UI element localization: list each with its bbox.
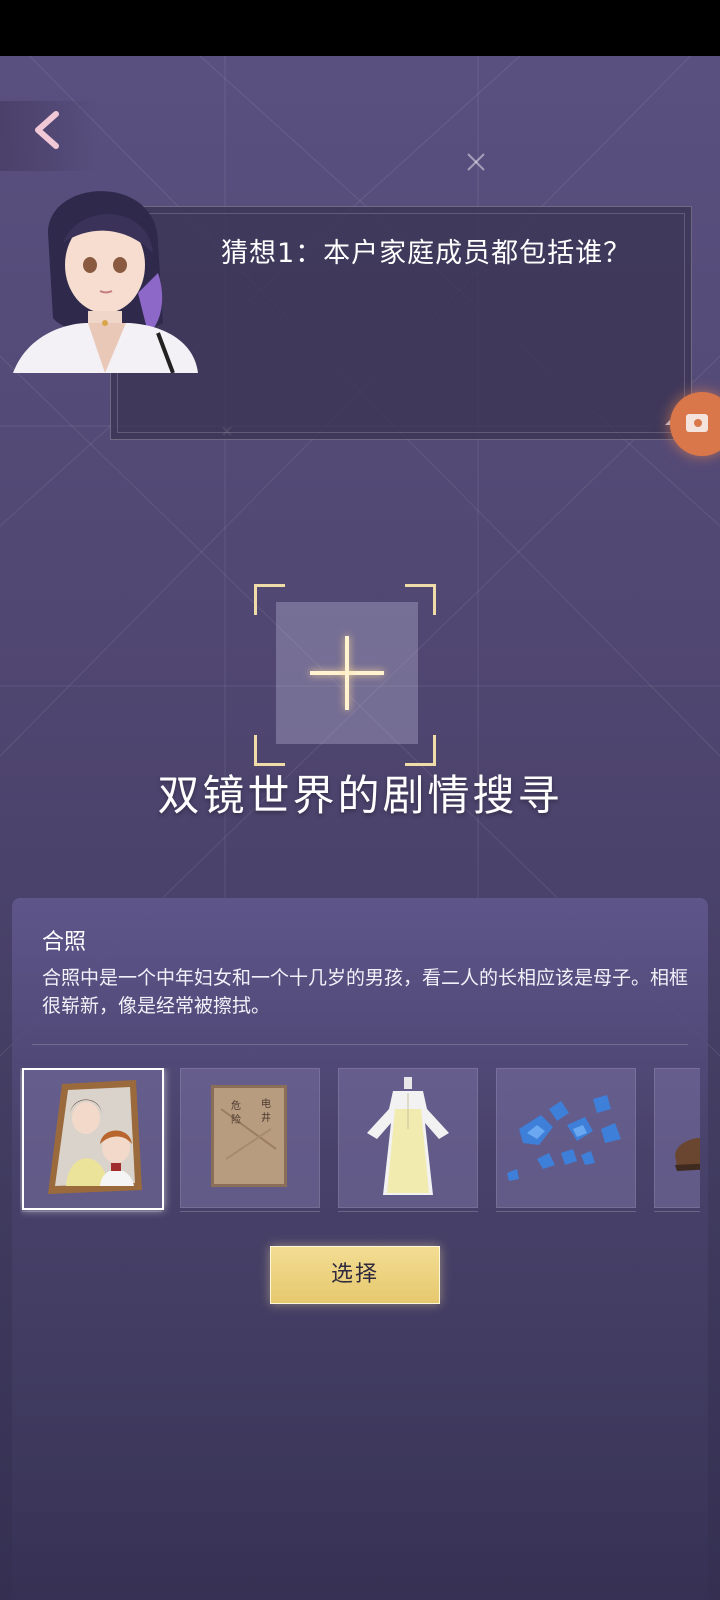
blue-fragments-icon — [507, 1095, 621, 1181]
select-button[interactable]: 选择 — [270, 1246, 440, 1304]
back-button[interactable] — [26, 108, 70, 152]
shoe-icon — [675, 1137, 700, 1171]
chevron-left-icon — [35, 111, 59, 149]
dialog-text: 猜想1：本户家庭成员都包括谁？ — [221, 238, 632, 269]
search-title: 双镜世界的剧情搜寻 — [157, 771, 563, 820]
game-screen: 猜想1：本户家庭成员都包括谁？ 双镜世界的剧情搜寻 合照 合照中是一个中年妇女和… — [0, 56, 720, 1600]
frame-corner-top-left — [254, 584, 285, 615]
book-text-1: 危 — [231, 1100, 241, 1112]
item-slot-fragments[interactable] — [496, 1068, 636, 1208]
book-text-3: 电 — [261, 1097, 271, 1110]
video-camera-lens — [694, 419, 702, 427]
slot-underline — [338, 1211, 478, 1212]
frame-corner-top-right — [405, 584, 436, 615]
item-slots: 危 险 电 井 — [20, 1068, 700, 1220]
select-button-label: 选择 — [330, 1262, 379, 1287]
photo-frame-icon — [48, 1080, 142, 1194]
item-slot-photo[interactable] — [22, 1068, 164, 1210]
plus-icon-vertical — [345, 636, 349, 710]
dress-icon — [367, 1077, 449, 1195]
book-text-2: 险 — [231, 1113, 241, 1126]
scan-frame[interactable] — [254, 584, 436, 766]
slot-underline — [654, 1211, 700, 1212]
book-icon: 危 险 电 井 — [211, 1085, 287, 1187]
item-title: 合照 — [42, 930, 87, 955]
video-camera-icon — [686, 414, 708, 432]
slot-underline — [180, 1211, 320, 1212]
slot-underline — [22, 1211, 162, 1212]
item-slot-shoe[interactable] — [654, 1068, 700, 1208]
item-description: 合照中是一个中年妇女和一个十几岁的男孩，看二人的长相应该是母子。相框很崭新，像是… — [42, 967, 689, 1017]
character-avatar — [13, 191, 198, 373]
item-slot-book[interactable]: 危 险 电 井 — [180, 1068, 320, 1208]
book-text-4: 井 — [261, 1111, 271, 1124]
slot-underline — [496, 1211, 636, 1212]
panel-divider — [32, 1044, 688, 1045]
item-slot-dress[interactable] — [338, 1068, 478, 1208]
